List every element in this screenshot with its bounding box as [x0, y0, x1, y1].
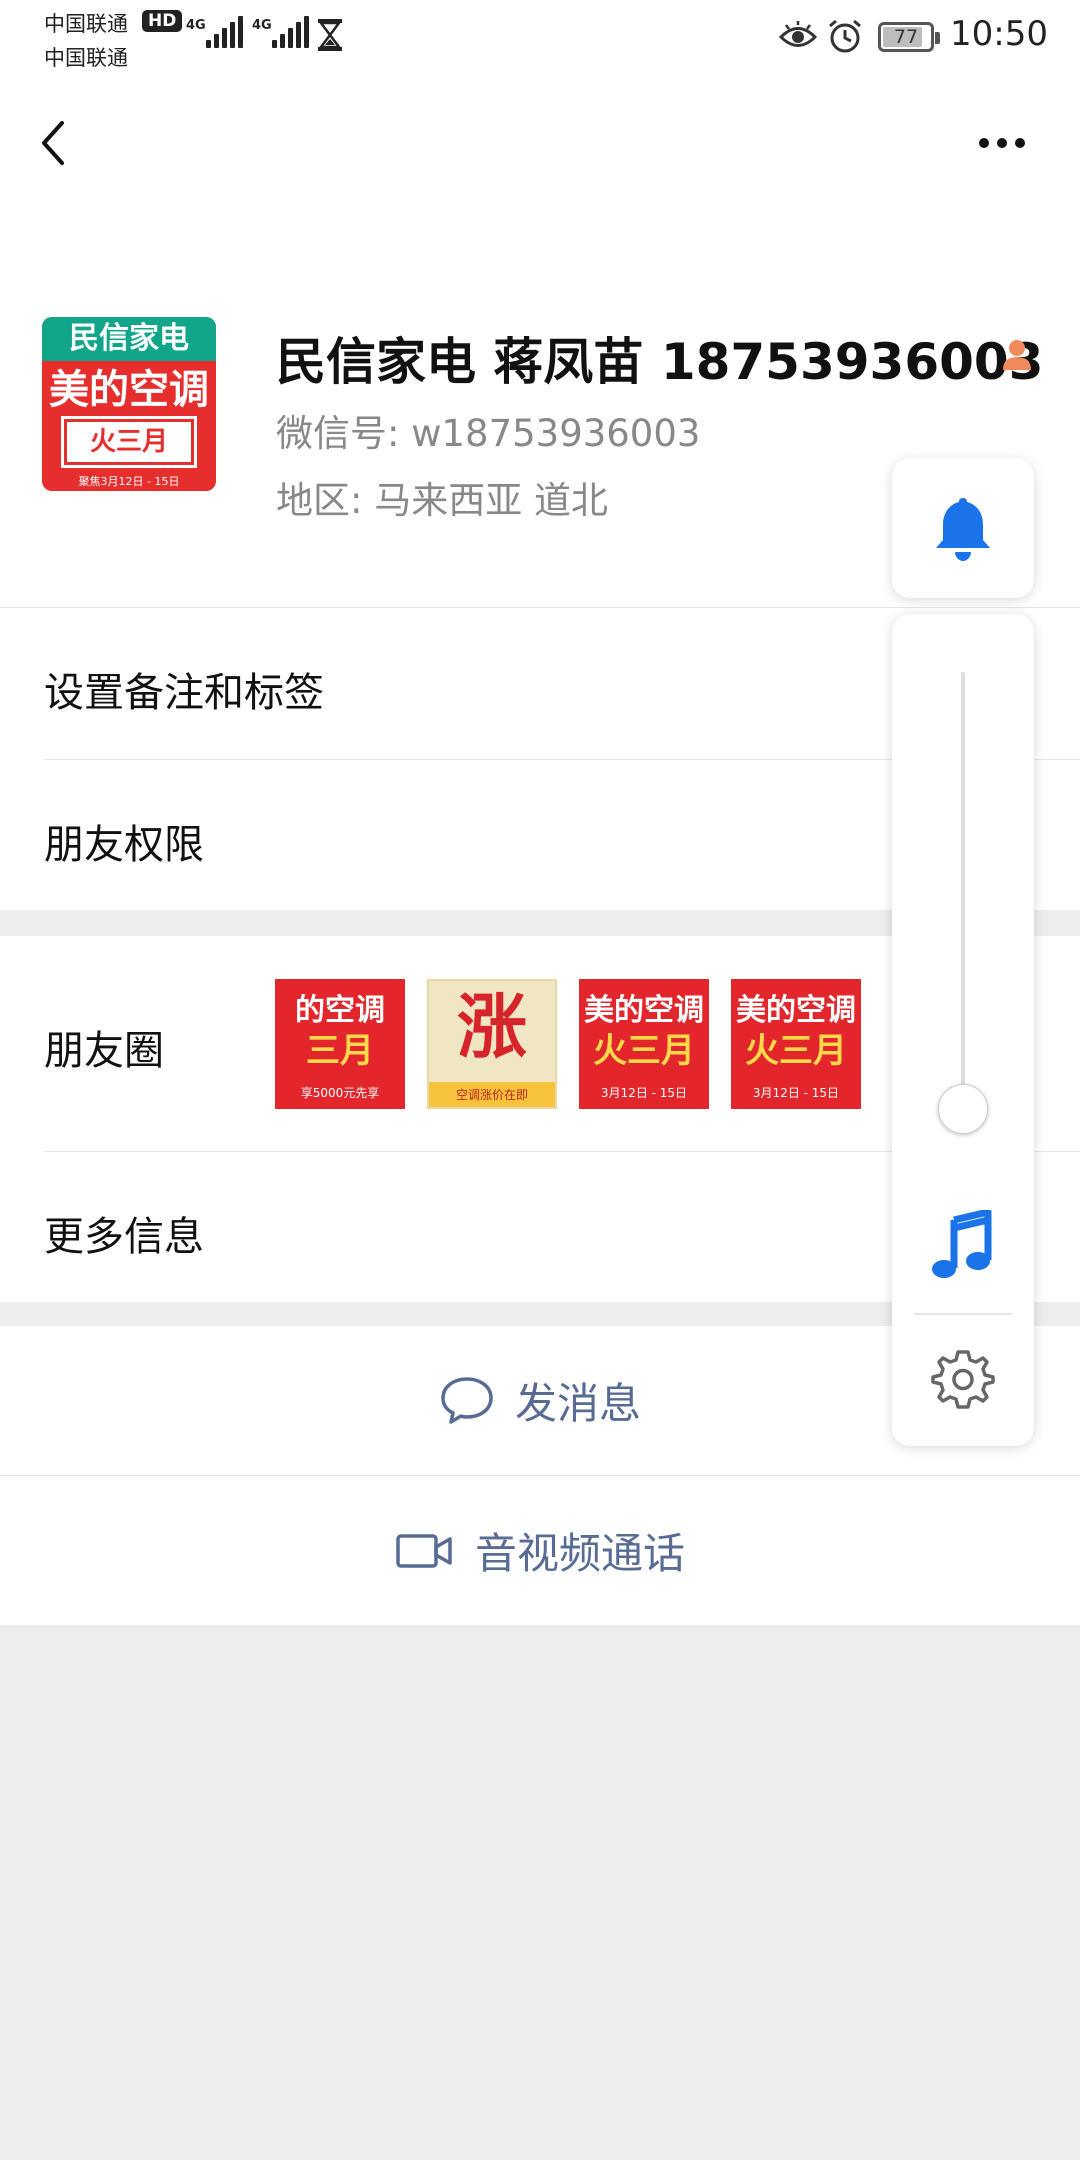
avatar-foot-text: 聚焦3月12日 - 15日 [78, 475, 180, 488]
friend-permissions-label: 朋友权限 [44, 822, 204, 868]
thumb-text: 火三月 [745, 1031, 847, 1071]
clock: 10:50 [950, 14, 1048, 54]
carrier-2: 中国联通 [44, 46, 128, 70]
video-camera-icon [396, 1533, 452, 1568]
thumb-text: 享5000元先享 [300, 1086, 380, 1100]
thumb-text: 美的空调 [584, 993, 704, 1028]
region: 地区: 马来西亚 道北 [276, 479, 608, 522]
video-call-label: 音视频通话 [474, 1529, 685, 1578]
avatar[interactable]: 民信家电 美的空调 火三月 聚焦3月12日 - 15日 [42, 317, 216, 491]
ringer-toggle[interactable] [892, 458, 1034, 598]
eye-icon [778, 21, 818, 47]
carrier-1: 中国联通 [44, 12, 128, 36]
thumb-text: 火三月 [593, 1031, 695, 1071]
bell-icon [936, 498, 990, 561]
moments-thumbnail[interactable]: 的空调 三月 享5000元先享 [275, 979, 405, 1109]
avatar-box-text: 火三月 [61, 416, 197, 468]
battery-level: 77 [893, 26, 919, 48]
battery-icon: 77 [878, 22, 940, 52]
status-bar: 中国联通 中国联通 HD 4G 4G 77 10:50 [0, 0, 1080, 75]
send-message-label: 发消息 [514, 1379, 641, 1428]
video-call-button[interactable]: 音视频通话 [0, 1476, 1080, 1625]
moments-thumbnail[interactable]: 美的空调 火三月 3月12日 - 15日 [579, 979, 709, 1109]
thumb-text: 3月12日 - 15日 [752, 1086, 840, 1100]
thumb-text: 三月 [306, 1031, 374, 1071]
moments-label: 朋友圈 [44, 1028, 164, 1074]
thumb-text: 3月12日 - 15日 [600, 1086, 688, 1100]
chat-bubble-icon [441, 1376, 493, 1424]
more-info-label: 更多信息 [44, 1214, 204, 1260]
avatar-brand-text: 民信家电 [42, 317, 216, 361]
gear-icon[interactable] [930, 1346, 996, 1412]
moments-thumbnail[interactable]: 涨 空调涨价在即 [427, 979, 557, 1109]
back-icon[interactable] [36, 115, 72, 171]
alarm-icon [829, 19, 861, 53]
volume-panel [892, 614, 1034, 1446]
avatar-main-text: 美的空调 [49, 367, 209, 413]
volume-slider-track[interactable] [961, 672, 965, 1132]
moments-thumbnail[interactable]: 美的空调 火三月 3月12日 - 15日 [731, 979, 861, 1109]
more-icon[interactable] [978, 131, 1026, 155]
music-note-icon[interactable] [930, 1210, 996, 1282]
thumb-text: 空调涨价在即 [429, 1082, 555, 1107]
thumb-text: 涨 [457, 986, 527, 1068]
thumb-text: 的空调 [295, 993, 385, 1028]
person-icon [1003, 340, 1031, 370]
contact-name: 民信家电 蒋凤苗 18753936003 [276, 333, 1044, 391]
hourglass-icon [318, 19, 342, 51]
volume-slider-knob[interactable] [938, 1084, 988, 1134]
hd-badge: HD [142, 10, 183, 32]
thumb-text: 美的空调 [736, 993, 856, 1028]
wechat-id: 微信号: w18753936003 [276, 412, 701, 455]
remark-tags-label: 设置备注和标签 [44, 670, 324, 716]
divider [914, 1313, 1012, 1315]
